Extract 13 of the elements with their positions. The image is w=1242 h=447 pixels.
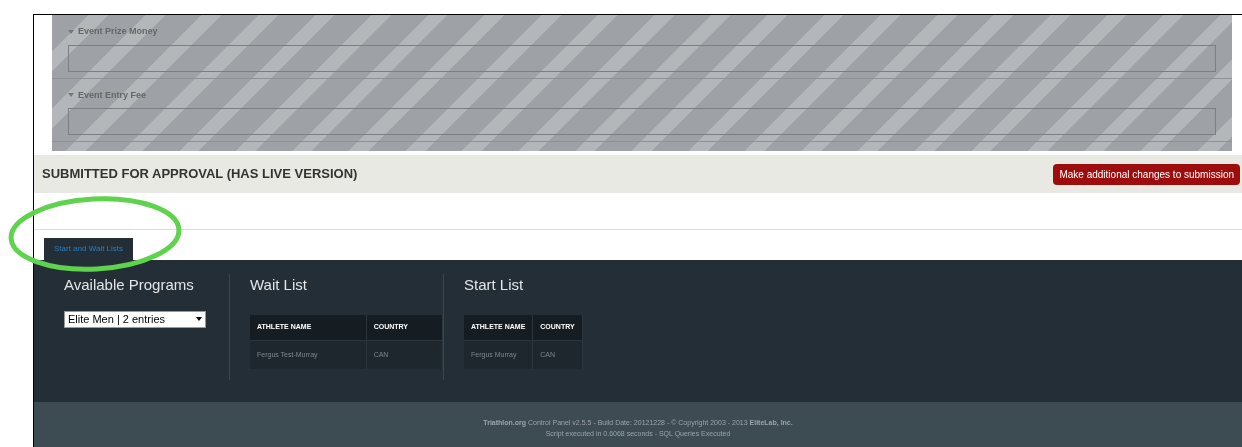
caret-icon <box>68 29 74 34</box>
panel-heading: Available Programs <box>64 275 195 295</box>
make-changes-button[interactable]: Make additional changes to submission <box>1053 163 1240 185</box>
status-text: SUBMITTED FOR APPROVAL (HAS LIVE VERSION) <box>42 165 358 184</box>
panel-heading: Start List <box>464 275 525 295</box>
program-select[interactable]: Elite Men | 2 entries <box>64 310 206 328</box>
caret-icon <box>196 317 202 321</box>
input-field[interactable] <box>68 108 1216 135</box>
field-label: Event Entry Fee <box>78 88 147 102</box>
caret-icon <box>68 93 74 98</box>
field-label: Event Prize Money <box>78 25 158 38</box>
panel-heading: Wait List <box>250 275 308 295</box>
input-field[interactable] <box>68 44 1216 72</box>
